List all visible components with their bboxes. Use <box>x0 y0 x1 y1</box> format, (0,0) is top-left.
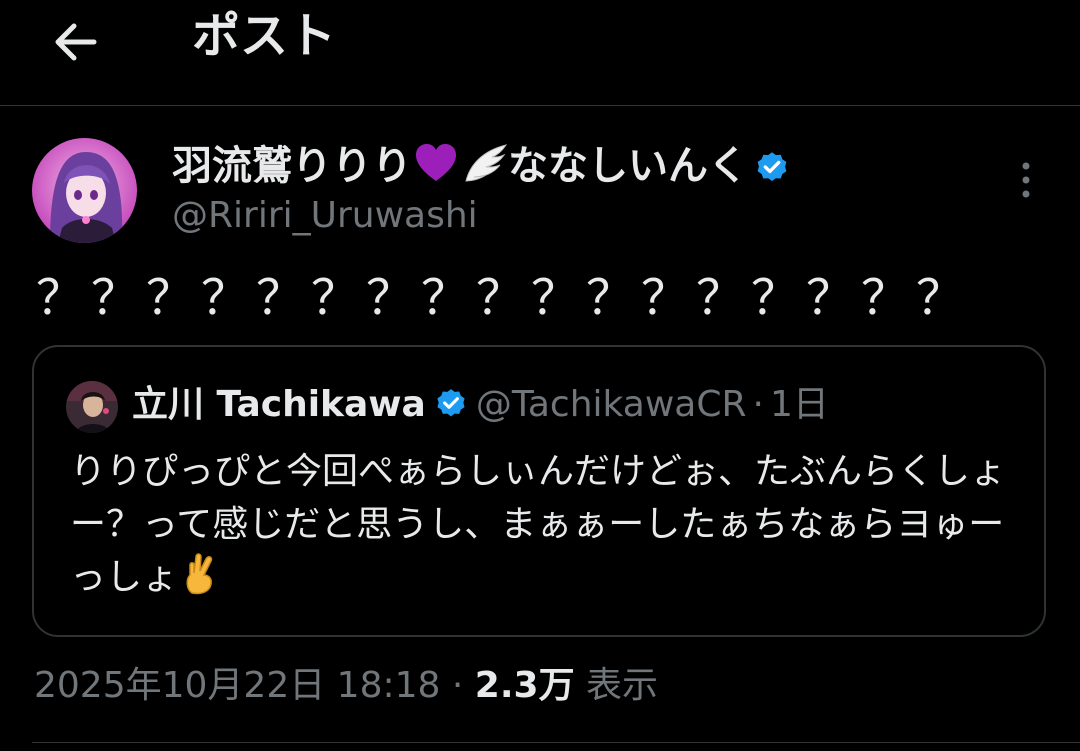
quote-author-name[interactable]: 立川 Tachikawa <box>132 384 426 425</box>
crossed-fingers-icon <box>186 553 213 595</box>
quote-separator: · <box>752 384 764 425</box>
author-handle[interactable]: @Ririri_Uruwashi <box>172 192 478 240</box>
views-label: 表示 <box>586 665 659 706</box>
post-timestamp[interactable]: 2025年10月22日 18:18 <box>34 665 440 706</box>
post-meta: 2025年10月22日 18:18 · 2.3万 表示 <box>34 662 658 710</box>
page-title: ポスト <box>192 8 337 64</box>
quote-text-container: りりぴっぴと今回ぺぁらしぃんだけどぉ、たぶんらくしょー？って感じだと思うし、まぁ… <box>70 445 1030 604</box>
more-vertical-icon <box>1022 162 1030 198</box>
back-button[interactable] <box>48 10 104 66</box>
author-avatar[interactable] <box>32 138 137 243</box>
author-name[interactable]: 羽流鷲りりり ななしいんく <box>172 140 790 192</box>
views-count[interactable]: 2.3万 <box>475 665 575 706</box>
divider <box>32 742 1080 743</box>
verified-badge-icon <box>437 389 465 417</box>
meta-separator: · <box>451 665 464 706</box>
quote-header: 立川 Tachikawa @TachikawaCR · 1日 <box>132 379 829 431</box>
quote-author-handle[interactable]: @TachikawaCR <box>476 384 747 425</box>
wing-icon <box>465 144 508 182</box>
author-name-suffix: ななしいんく <box>508 143 748 189</box>
top-bar: ポスト <box>0 0 1080 106</box>
purple-heart-icon <box>416 144 456 181</box>
post-text: ？？？？？？？？？？？？？？？？？ <box>36 270 972 326</box>
quoted-post[interactable]: 立川 Tachikawa @TachikawaCR · 1日 りりぴっぴと今回ぺぁら… <box>32 345 1046 637</box>
more-options-button[interactable] <box>1006 158 1046 202</box>
verified-badge-icon <box>757 152 787 182</box>
quote-time[interactable]: 1日 <box>770 384 829 425</box>
author-name-text: 羽流鷲りりり <box>172 143 412 189</box>
quote-author-avatar[interactable] <box>66 381 118 433</box>
arrow-left-icon <box>55 23 97 61</box>
